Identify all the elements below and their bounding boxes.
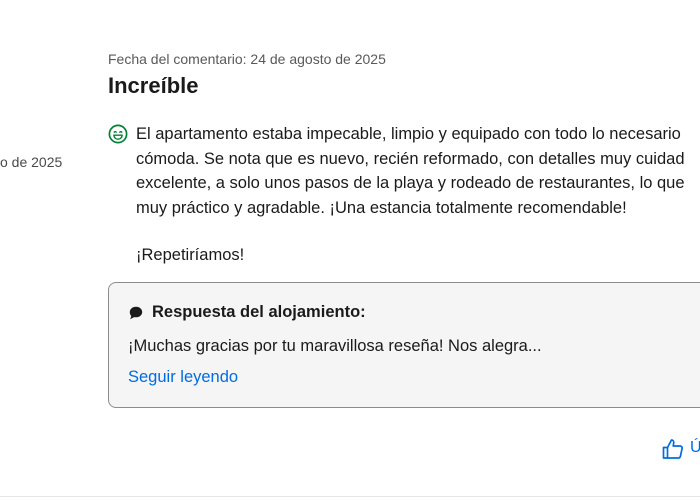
review-date: Fecha del comentario: 24 de agosto de 20…	[108, 51, 386, 67]
response-text: ¡Muchas gracias por tu maravillosa reseñ…	[128, 337, 542, 355]
review-body-line: excelente, a solo unos pasos de la playa…	[136, 174, 685, 192]
review-body: El apartamento estaba impecable, limpio …	[136, 122, 700, 268]
review-closing-line: ¡Repetiríamos!	[136, 246, 245, 264]
thumbs-up-icon[interactable]	[661, 437, 685, 461]
response-heading: Respuesta del alojamiento:	[152, 303, 366, 321]
review-title: Increíble	[108, 73, 199, 98]
review-body-line: El apartamento estaba impecable, limpio …	[136, 125, 681, 143]
review-page: · o de 2025 Fecha del comentario: 24 de …	[0, 0, 700, 500]
property-response-box: Respuesta del alojamiento: ¡Muchas graci…	[108, 282, 700, 408]
divider	[0, 496, 700, 497]
read-more-link[interactable]: Seguir leyendo	[128, 368, 238, 387]
stay-date-fragment: o de 2025	[0, 154, 63, 170]
chat-bubble-icon	[129, 306, 143, 320]
meta-dot: ·	[0, 126, 1, 143]
smiley-icon	[108, 124, 128, 144]
review-body-line: muy práctico y agradable. ¡Una estancia …	[136, 198, 627, 217]
helpful-button-label[interactable]: Ú	[690, 439, 700, 457]
review-body-line: cómoda. Se nota que es nuevo, recién ref…	[136, 149, 685, 168]
